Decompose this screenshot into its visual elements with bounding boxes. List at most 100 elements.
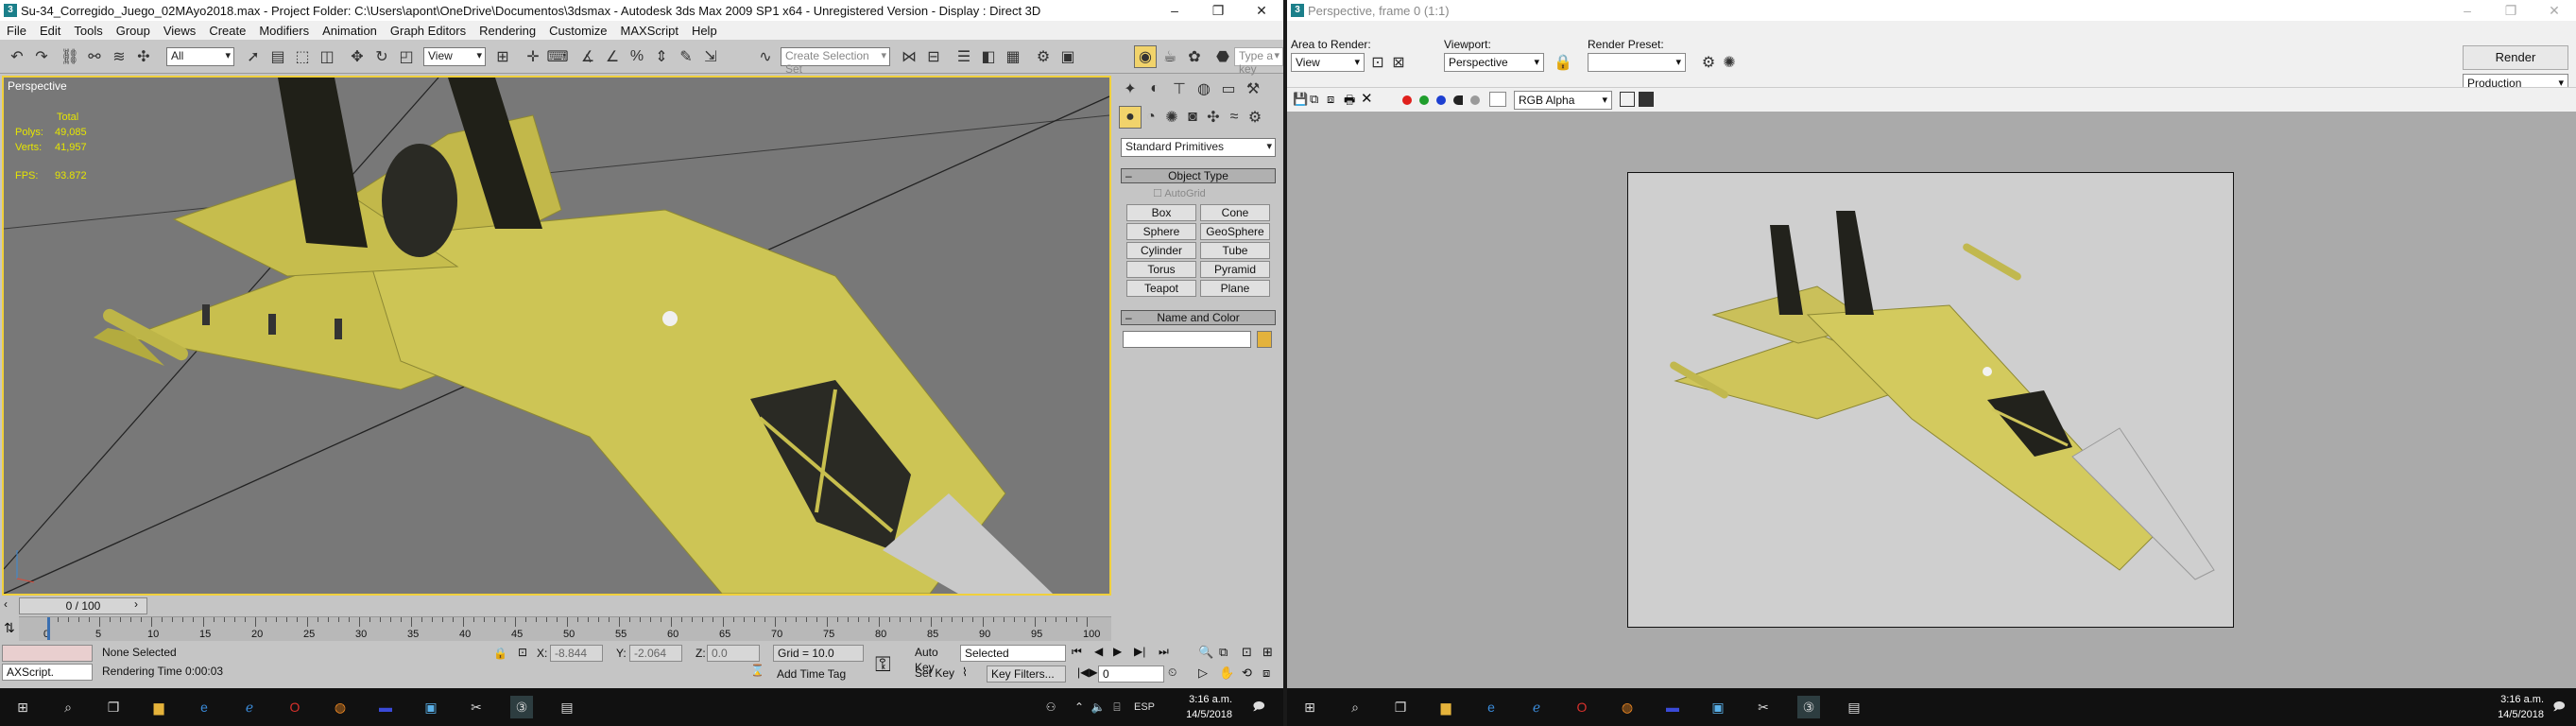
box-button[interactable]: Box [1126, 204, 1196, 221]
clone-window-icon[interactable]: ⧈ [1327, 92, 1334, 107]
percent-snap-icon[interactable]: % [626, 45, 648, 68]
file-explorer-icon[interactable]: ▆ [147, 696, 170, 718]
rendered-frame-window-icon[interactable]: ▣ [1056, 45, 1079, 68]
geosphere-button[interactable]: GeoSphere [1200, 223, 1270, 240]
slider-next-icon[interactable]: › [134, 597, 138, 611]
maxscript-listener-top[interactable] [2, 645, 93, 662]
restore-icon[interactable]: ❐ [1196, 0, 1240, 21]
lock-selection-icon[interactable]: 🔒 [493, 647, 507, 660]
helpers-icon[interactable]: ✣ [1202, 106, 1225, 129]
copy-image-icon[interactable]: ⧉ [1310, 92, 1318, 107]
opera-icon[interactable]: O [283, 696, 306, 718]
named-selection-icon[interactable]: ✎ [675, 45, 697, 68]
add-time-tag[interactable]: Add Time Tag [777, 667, 846, 681]
create-tab-icon[interactable]: ✦ [1119, 78, 1142, 100]
x-coord-field[interactable]: -8.844 [550, 645, 603, 662]
edge-icon[interactable]: e [193, 696, 215, 718]
display-tab-icon[interactable]: ▭ [1217, 78, 1240, 100]
edit-region-icon[interactable]: ⊡ [1368, 53, 1387, 72]
save-image-icon[interactable]: 💾 [1293, 92, 1308, 107]
menu-animation[interactable]: Animation [316, 24, 384, 38]
reference-coordinate-dropdown[interactable]: View [423, 47, 486, 66]
rotate-icon[interactable]: ↻ [370, 45, 393, 68]
windows-icon[interactable]: ⊞ [1298, 696, 1321, 718]
menu-views[interactable]: Views [157, 24, 202, 38]
hierarchy-tab-icon[interactable]: ⊤ [1168, 78, 1191, 100]
modify-tab-icon[interactable]: ◐ [1143, 78, 1166, 100]
key-mode-dropdown[interactable]: Selected [960, 645, 1066, 662]
restore-icon[interactable]: ❐ [2489, 0, 2533, 21]
zoom-icon[interactable]: 🔍 [1198, 645, 1213, 660]
maxscript-mini-listener[interactable]: AXScript. [2, 664, 93, 681]
render-setup-icon[interactable]: ⚙ [1699, 53, 1718, 72]
prev-frame-icon[interactable]: ◀ [1094, 645, 1103, 658]
menu-maxscript[interactable]: MAXScript [614, 24, 685, 38]
snipping-icon[interactable]: ✂ [1752, 696, 1775, 718]
select-manipulate-icon[interactable]: ✛ [522, 45, 544, 68]
rect-selection-icon[interactable]: ⬚ [291, 45, 314, 68]
sphere-button[interactable]: Sphere [1126, 223, 1196, 240]
spinner-snap-icon[interactable]: ⇕ [650, 45, 673, 68]
set-key-icon[interactable]: ⚿ [875, 652, 891, 677]
file-explorer-icon[interactable]: ▆ [1434, 696, 1457, 718]
menu-group[interactable]: Group [110, 24, 157, 38]
select-object-icon[interactable]: ➚ [242, 45, 265, 68]
blue-channel-icon[interactable] [1436, 95, 1446, 105]
layer-manager-icon[interactable]: ☰ [953, 45, 975, 68]
window-crossing-icon[interactable]: ◫ [316, 45, 338, 68]
undo-icon[interactable]: ↶ [6, 45, 28, 68]
photos-icon[interactable]: ▣ [1707, 696, 1729, 718]
alpha-channel-icon[interactable] [1453, 95, 1463, 105]
red-channel-icon[interactable] [1402, 95, 1412, 105]
time-slider[interactable]: 0 / 100 [19, 597, 147, 614]
menu-modifiers[interactable]: Modifiers [252, 24, 316, 38]
slider-prev-icon[interactable]: ‹ [4, 597, 8, 611]
pan-icon[interactable]: ✋ [1219, 666, 1234, 681]
field-of-view-icon[interactable]: ▷ [1198, 666, 1208, 681]
notifications-icon[interactable]: 🗩 [2548, 696, 2570, 718]
firefox-icon[interactable]: ◍ [1616, 696, 1639, 718]
clear-icon[interactable]: ✕ [1361, 90, 1373, 107]
object-color-swatch[interactable] [1257, 331, 1272, 348]
maximize-viewport-icon[interactable]: ⧈ [1262, 666, 1270, 681]
ie-icon[interactable]: ℯ [238, 696, 261, 718]
task-view-icon[interactable]: ❐ [1389, 696, 1412, 718]
lights-icon[interactable]: ✺ [1160, 106, 1183, 129]
amd-icon[interactable]: ▬ [374, 696, 397, 718]
render-teapot-icon[interactable]: ⬣ [1211, 45, 1234, 68]
material-editor-icon[interactable]: ▦ [1002, 45, 1024, 68]
key-mode-toggle-icon[interactable]: |◀▶| [1077, 666, 1101, 679]
cameras-icon[interactable]: ◙ [1181, 106, 1204, 129]
search-icon[interactable]: ⌕ [1344, 696, 1366, 718]
display-channel-dropdown[interactable]: RGB Alpha [1514, 91, 1612, 110]
3dsmax-icon[interactable]: ③ [510, 696, 533, 718]
utilities-tab-icon[interactable]: ⚒ [1242, 78, 1264, 100]
pivot-center-icon[interactable]: ⊞ [491, 45, 514, 68]
close-icon[interactable]: ✕ [1240, 0, 1283, 21]
systems-icon[interactable]: ⚙ [1244, 106, 1266, 129]
cylinder-button[interactable]: Cylinder [1126, 242, 1196, 259]
people-icon[interactable]: ⚇ [1039, 696, 1062, 718]
object-name-input[interactable] [1123, 331, 1251, 348]
network-icon[interactable]: ⌸ [1106, 696, 1128, 718]
menu-help[interactable]: Help [685, 24, 724, 38]
minimize-icon[interactable]: – [1153, 0, 1196, 21]
chain-icon[interactable]: ✣ [132, 45, 155, 68]
move-icon[interactable]: ✥ [346, 45, 369, 68]
clock-left[interactable]: 3:16 a.m. 14/5/2018 [1176, 692, 1232, 722]
zoom-extents-all-icon[interactable]: ⊞ [1262, 645, 1273, 660]
current-frame-field[interactable]: 0 [1098, 666, 1164, 683]
shapes-icon[interactable]: ◔ [1140, 106, 1162, 129]
angle-snap-icon[interactable]: ∠ [601, 45, 624, 68]
absolute-mode-icon[interactable]: ⊡ [518, 646, 527, 659]
teapot-button[interactable]: Teapot [1126, 280, 1196, 297]
plane-button[interactable]: Plane [1200, 280, 1270, 297]
render-preset-dropdown[interactable] [1588, 53, 1686, 72]
set-key-button[interactable]: Set Key [911, 666, 958, 683]
goto-end-icon[interactable]: ⏭ [1159, 645, 1169, 659]
close-icon[interactable]: ✕ [2533, 0, 2576, 21]
scale-icon[interactable]: ◰ [395, 45, 418, 68]
swatch-icon[interactable] [1489, 92, 1506, 107]
render-setup-icon[interactable]: ⚙ [1032, 45, 1055, 68]
selection-filter-dropdown[interactable]: All [166, 47, 234, 66]
